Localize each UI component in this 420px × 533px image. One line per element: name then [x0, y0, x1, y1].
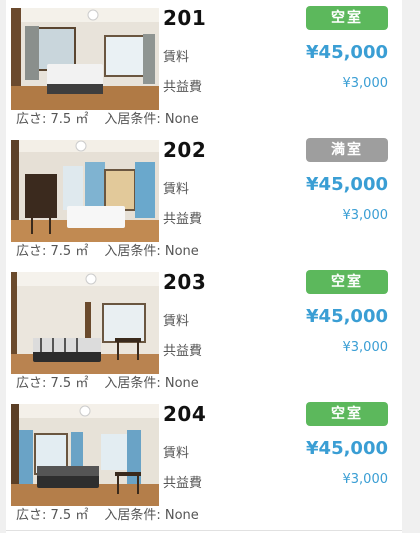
condition-text: 入居条件: None: [104, 376, 199, 391]
rent-label: 賃料: [163, 446, 190, 461]
fee-value: ¥3,000: [342, 76, 389, 91]
status-badge: 空室: [306, 6, 388, 30]
area-text: 広さ: 7.5 ㎡: [16, 508, 89, 523]
condition-text: 入居条件: None: [104, 112, 199, 127]
rent-value: ¥45,000: [306, 306, 388, 327]
fee-value: ¥3,000: [342, 208, 389, 223]
condition-text: 入居条件: None: [104, 508, 199, 523]
room-photo[interactable]: [11, 272, 159, 374]
room-card-201[interactable]: 201 空室 賃料 ¥45,000 共益費 ¥3,000 広さ: 7.5 ㎡入居…: [6, 2, 402, 135]
room-details: 広さ: 7.5 ㎡入居条件: None: [16, 240, 199, 259]
area-text: 広さ: 7.5 ㎡: [16, 376, 89, 391]
fee-value: ¥3,000: [342, 472, 389, 487]
status-badge: 空室: [306, 270, 388, 294]
area-text: 広さ: 7.5 ㎡: [16, 244, 89, 259]
room-details: 広さ: 7.5 ㎡入居条件: None: [16, 372, 199, 391]
room-details: 広さ: 7.5 ㎡入居条件: None: [16, 108, 199, 127]
fee-label: 共益費: [163, 80, 203, 95]
room-list: 201 空室 賃料 ¥45,000 共益費 ¥3,000 広さ: 7.5 ㎡入居…: [6, 0, 402, 533]
room-photo[interactable]: [11, 8, 159, 110]
room-card-203[interactable]: 203 空室 賃料 ¥45,000 共益費 ¥3,000 広さ: 7.5 ㎡入居…: [6, 266, 402, 399]
rent-value: ¥45,000: [306, 174, 388, 195]
rent-value: ¥45,000: [306, 42, 388, 63]
room-number: 203: [163, 270, 207, 294]
room-card-204[interactable]: 204 空室 賃料 ¥45,000 共益費 ¥3,000 広さ: 7.5 ㎡入居…: [6, 398, 402, 531]
room-number: 201: [163, 6, 207, 30]
status-badge: 空室: [306, 402, 388, 426]
rent-label: 賃料: [163, 50, 190, 65]
status-badge: 満室: [306, 138, 388, 162]
fee-label: 共益費: [163, 344, 203, 359]
room-number: 202: [163, 138, 207, 162]
area-text: 広さ: 7.5 ㎡: [16, 112, 89, 127]
room-photo[interactable]: [11, 140, 159, 242]
fee-label: 共益費: [163, 212, 203, 227]
fee-label: 共益費: [163, 476, 203, 491]
rent-label: 賃料: [163, 314, 190, 329]
rent-value: ¥45,000: [306, 438, 388, 459]
fee-value: ¥3,000: [342, 340, 389, 355]
room-number: 204: [163, 402, 207, 426]
condition-text: 入居条件: None: [104, 244, 199, 259]
rent-label: 賃料: [163, 182, 190, 197]
room-card-202[interactable]: 202 満室 賃料 ¥45,000 共益費 ¥3,000 広さ: 7.5 ㎡入居…: [6, 134, 402, 267]
room-details: 広さ: 7.5 ㎡入居条件: None: [16, 504, 199, 523]
room-photo[interactable]: [11, 404, 159, 506]
